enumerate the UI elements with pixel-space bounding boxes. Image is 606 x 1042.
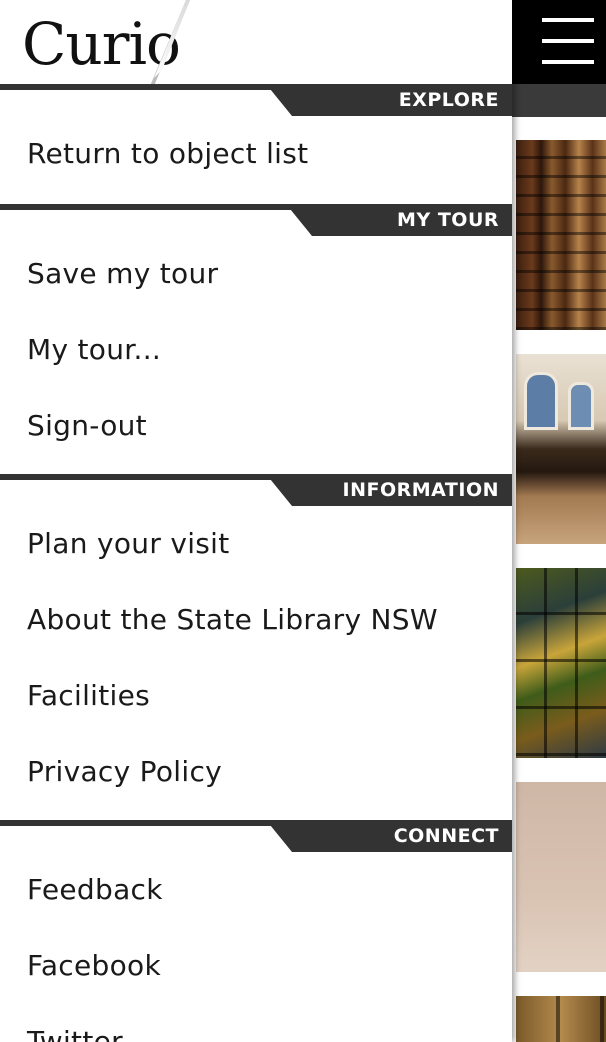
section-connect: CONNECT Feedback Facebook Twitter xyxy=(0,820,512,1042)
object-thumbnail-library-shelves[interactable] xyxy=(516,140,606,330)
navigation-drawer: Curio EXPLORE Return to object list MY T… xyxy=(0,0,512,1042)
menu-item-feedback[interactable]: Feedback xyxy=(0,852,512,928)
section-title-my-tour: MY TOUR xyxy=(397,209,499,231)
menu-item-privacy-policy[interactable]: Privacy Policy xyxy=(0,734,512,810)
background-content xyxy=(512,0,606,1042)
hamburger-line xyxy=(542,18,594,22)
menu-item-facebook[interactable]: Facebook xyxy=(0,928,512,1004)
menu-item-my-tour[interactable]: My tour... xyxy=(0,312,512,388)
object-thumbnail-reading-room[interactable] xyxy=(516,354,606,544)
logo-slash-decoration xyxy=(150,0,190,86)
section-header: INFORMATION xyxy=(0,474,512,506)
hamburger-line xyxy=(542,60,594,64)
menu-item-plan-your-visit[interactable]: Plan your visit xyxy=(0,506,512,582)
menu-item-twitter[interactable]: Twitter xyxy=(0,1004,512,1042)
section-title-explore: EXPLORE xyxy=(398,89,499,111)
menu-item-about-state-library[interactable]: About the State Library NSW xyxy=(0,582,512,658)
menu-item-sign-out[interactable]: Sign-out xyxy=(0,388,512,464)
section-tab: INFORMATION xyxy=(266,474,512,506)
section-explore: EXPLORE Return to object list xyxy=(0,84,512,192)
section-tab: MY TOUR xyxy=(286,204,512,236)
object-thumbnail-stained-glass[interactable] xyxy=(516,568,606,758)
section-my-tour: MY TOUR Save my tour My tour... Sign-out xyxy=(0,204,512,464)
section-information: INFORMATION Plan your visit About the St… xyxy=(0,474,512,810)
object-thumbnail-portrait[interactable] xyxy=(516,782,606,972)
hamburger-line xyxy=(542,39,594,43)
section-tab: EXPLORE xyxy=(266,84,512,116)
section-title-information: INFORMATION xyxy=(342,479,499,501)
section-header: CONNECT xyxy=(0,820,512,852)
section-title-connect: CONNECT xyxy=(393,825,499,847)
menu-item-save-my-tour[interactable]: Save my tour xyxy=(0,236,512,312)
menu-item-return-to-object-list[interactable]: Return to object list xyxy=(0,116,512,192)
section-tab: CONNECT xyxy=(266,820,512,852)
menu-item-facilities[interactable]: Facilities xyxy=(0,658,512,734)
section-header: EXPLORE xyxy=(0,84,512,116)
section-header: MY TOUR xyxy=(0,204,512,236)
object-thumbnail-card-catalogue[interactable] xyxy=(516,996,606,1042)
hamburger-icon[interactable] xyxy=(512,0,606,84)
background-header-strip xyxy=(512,84,606,117)
